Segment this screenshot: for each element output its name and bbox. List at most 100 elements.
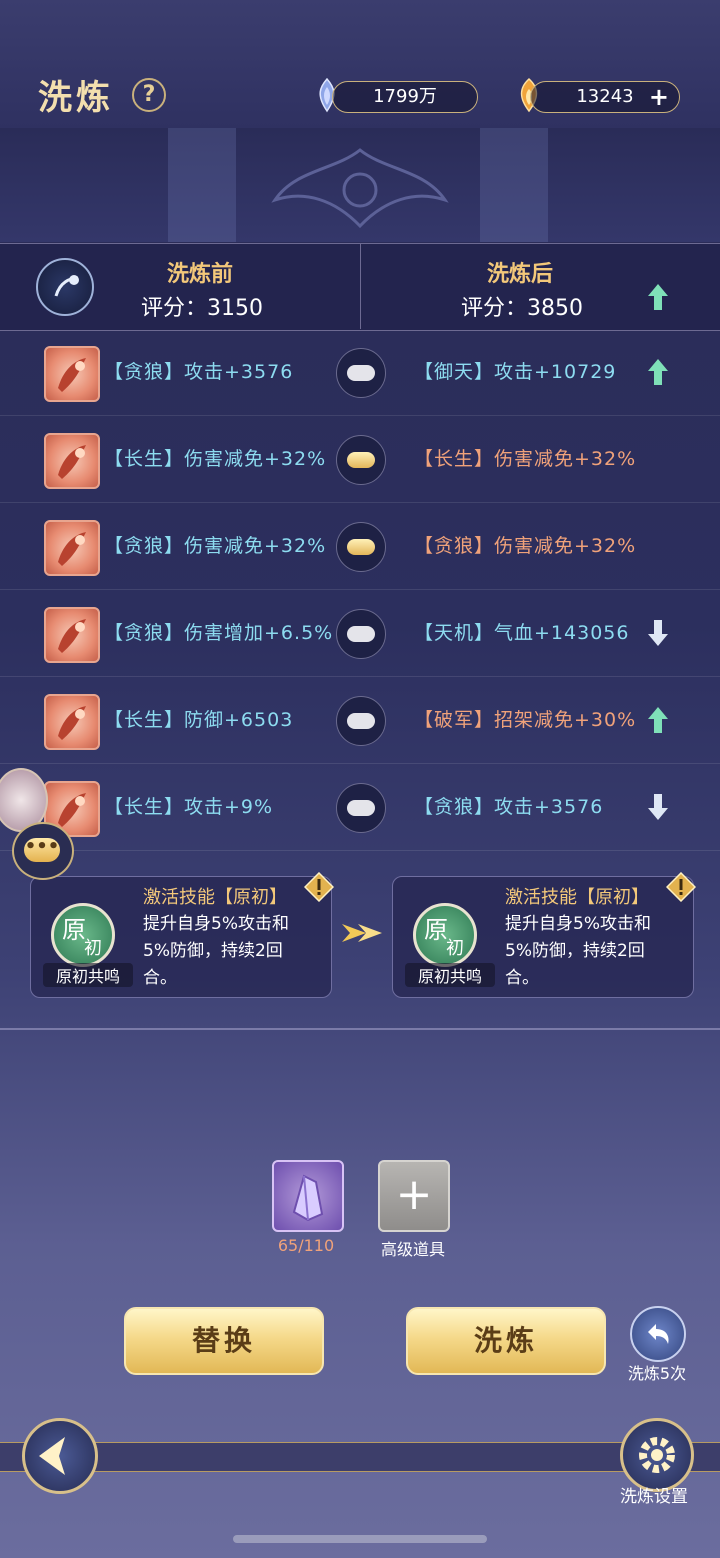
attribute-value: 气血+143056 — [494, 622, 630, 644]
lock-icon — [347, 539, 375, 555]
chevron-right-icon — [342, 924, 382, 942]
lock-toggle-locked[interactable] — [336, 522, 386, 572]
current-attribute: 【贪狼】伤害减免+32% — [104, 531, 326, 558]
new-attribute: 【贪狼】伤害减免+32% — [414, 531, 636, 558]
attribute-value: 伤害减免+32% — [494, 535, 637, 557]
equipment-icon[interactable] — [44, 346, 100, 402]
equipment-icon[interactable] — [44, 694, 100, 750]
undo-arrow-icon — [648, 1324, 669, 1344]
refine-5-times-label: 洗炼5次 — [627, 1364, 687, 1383]
currency-silver-display: 1799万 — [332, 81, 478, 113]
gear-icon — [639, 1437, 675, 1473]
banner-emblem-icon — [271, 148, 449, 229]
new-attribute: 【贪狼】攻击+3576 — [414, 792, 603, 819]
back-button[interactable] — [22, 1418, 98, 1494]
attribute-row: 【贪狼】攻击+3576 【御天】攻击+10729 — [0, 329, 720, 416]
skill-description: 提升自身5%攻击和5%防御，持续2回合。 — [143, 914, 289, 988]
up-arrow-icon — [648, 359, 668, 385]
help-button[interactable]: ? — [132, 78, 166, 112]
lock-toggle-unlocked[interactable] — [336, 348, 386, 398]
refine-5-times-button[interactable] — [630, 1306, 686, 1362]
lock-icon — [347, 626, 375, 642]
skill-badge-icon: 原 初 — [51, 903, 115, 967]
attribute-tag: 【天机】 — [414, 622, 495, 644]
settings-label: 洗炼设置 — [620, 1487, 688, 1507]
skill-title: 激活技能【原初】 — [505, 887, 649, 908]
chat-bubble-icon: ••• — [24, 838, 60, 862]
attribute-tag: 【贪狼】 — [104, 622, 185, 644]
attribute-tag: 【御天】 — [414, 361, 495, 383]
attribute-tag: 【贪狼】 — [104, 361, 185, 383]
after-score: 评分：3850 — [461, 296, 583, 321]
lock-toggle-unlocked[interactable] — [336, 783, 386, 833]
settings-button[interactable] — [620, 1418, 694, 1492]
score-up-arrow-icon — [648, 284, 668, 310]
equipment-icon[interactable] — [44, 607, 100, 663]
refine-button[interactable]: 洗炼 — [406, 1307, 606, 1375]
attribute-row: 【长生】伤害减免+32% 【长生】伤害减免+32% — [0, 416, 720, 503]
lock-toggle-unlocked[interactable] — [336, 696, 386, 746]
current-attribute: 【长生】伤害减免+32% — [104, 444, 326, 471]
banner-pillar-right — [480, 128, 548, 242]
skill-name: 原初共鸣 — [405, 963, 495, 987]
attribute-tag: 【长生】 — [414, 448, 495, 470]
replace-button[interactable]: 替换 — [124, 1307, 324, 1375]
before-title: 洗炼前 — [166, 262, 233, 287]
skill-card-before[interactable]: 原 初 原初共鸣 激活技能【原初】 提升自身5%攻击和5%防御，持续2回合。 — [30, 876, 332, 998]
attribute-value: 伤害减免+32% — [494, 448, 637, 470]
down-arrow-icon — [648, 794, 668, 820]
advanced-item-label: 高级道具 — [380, 1240, 445, 1259]
attribute-row: 【长生】防御+6503 【破军】招架减免+30% — [0, 677, 720, 764]
attribute-tag: 【破军】 — [414, 709, 495, 731]
currency-silver-value: 1799万 — [373, 86, 437, 107]
attribute-tag: 【贪狼】 — [414, 796, 495, 818]
page-title: 洗炼 — [38, 78, 114, 118]
advanced-item-slot[interactable]: + — [378, 1160, 450, 1232]
footer-bar — [0, 1442, 720, 1472]
skill-badge-icon: 原 初 — [413, 903, 477, 967]
attribute-value: 伤害增加+6.5% — [184, 622, 334, 644]
refine-emblem-icon — [36, 258, 94, 316]
attribute-tag: 【长生】 — [104, 796, 185, 818]
attribute-tag: 【长生】 — [104, 709, 185, 731]
lock-toggle-unlocked[interactable] — [336, 609, 386, 659]
crystal-material-slot[interactable] — [272, 1160, 344, 1232]
back-arrow-icon — [39, 1437, 65, 1475]
chat-button[interactable]: ••• — [12, 822, 74, 880]
attribute-value: 攻击+3576 — [494, 796, 604, 818]
new-attribute: 【天机】气血+143056 — [414, 618, 629, 645]
banner-pillar-left — [168, 128, 236, 242]
down-arrow-icon — [648, 620, 668, 646]
lock-icon — [347, 452, 375, 468]
new-attribute: 【长生】伤害减免+32% — [414, 444, 636, 471]
warning-icon[interactable] — [304, 872, 334, 902]
home-indicator[interactable] — [233, 1535, 487, 1543]
new-attribute: 【破军】招架减免+30% — [414, 705, 636, 732]
section-divider — [0, 1028, 720, 1030]
current-attribute: 【长生】防御+6503 — [104, 705, 293, 732]
attribute-value: 伤害减免+32% — [184, 535, 327, 557]
current-attribute: 【长生】攻击+9% — [104, 792, 273, 819]
equipment-icon[interactable] — [44, 520, 100, 576]
lock-toggle-locked[interactable] — [336, 435, 386, 485]
current-attribute: 【贪狼】伤害增加+6.5% — [104, 618, 333, 645]
skill-title: 激活技能【原初】 — [143, 887, 287, 908]
add-currency-button[interactable]: + — [649, 82, 669, 112]
attribute-row: 【贪狼】伤害增加+6.5% 【天机】气血+143056 — [0, 590, 720, 677]
attribute-row: 【长生】攻击+9% 【贪狼】攻击+3576 — [0, 764, 720, 851]
lock-icon — [347, 365, 375, 381]
warning-icon[interactable] — [666, 872, 696, 902]
currency-gold-display: 13243 + — [530, 81, 680, 113]
after-title: 洗炼后 — [486, 262, 553, 287]
lock-icon — [347, 800, 375, 816]
attribute-value: 防御+6503 — [184, 709, 294, 731]
attribute-value: 攻击+9% — [184, 796, 274, 818]
attribute-tag: 【长生】 — [104, 448, 185, 470]
equipment-icon[interactable] — [44, 433, 100, 489]
skill-card-after[interactable]: 原 初 原初共鸣 激活技能【原初】 提升自身5%攻击和5%防御，持续2回合。 — [392, 876, 694, 998]
attribute-row: 【贪狼】伤害减免+32% 【贪狼】伤害减免+32% — [0, 503, 720, 590]
attribute-value: 攻击+3576 — [184, 361, 294, 383]
attribute-tag: 【贪狼】 — [414, 535, 495, 557]
up-arrow-icon — [648, 707, 668, 733]
lock-icon — [347, 713, 375, 729]
